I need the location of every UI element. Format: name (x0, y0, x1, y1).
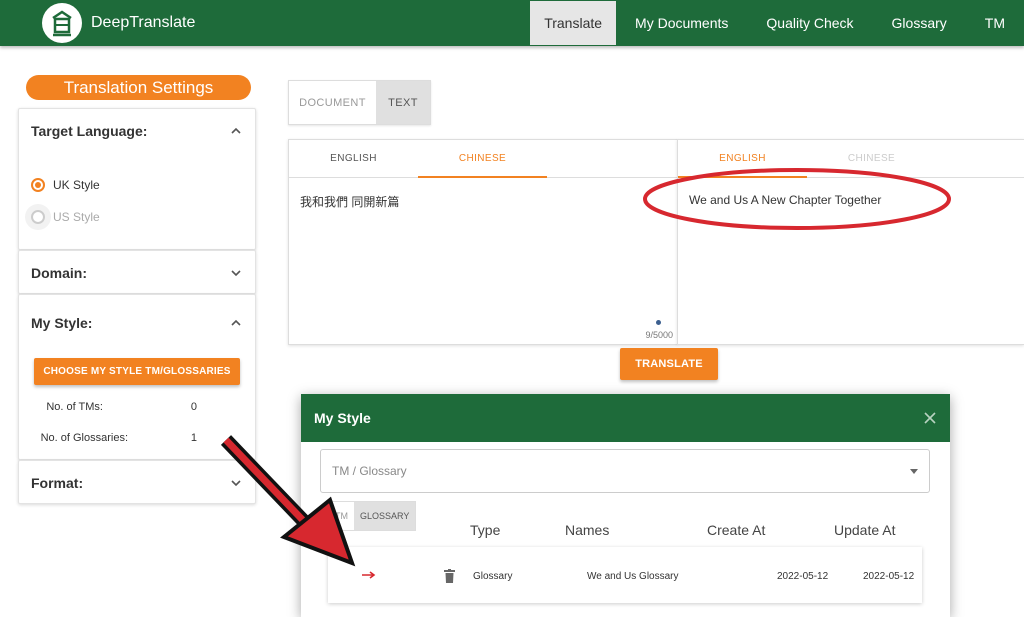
tms-count-value: 0 (190, 401, 197, 413)
brand-name: DeepTranslate (91, 14, 196, 31)
source-text-box: ENGLISH CHINESE 我和我們 同開新篇 9/5000 (288, 139, 678, 345)
row-updated: 2022-05-12 (863, 571, 915, 582)
status-dot (656, 320, 661, 325)
caret-down-icon (910, 468, 918, 474)
domain-label: Domain: (31, 265, 87, 281)
chevron-up-icon (231, 127, 241, 134)
arrow-right-icon[interactable] (362, 571, 376, 579)
source-tab-english[interactable]: ENGLISH (289, 140, 418, 177)
mode-toggle: DOCUMENT TEXT (288, 80, 431, 125)
nav-glossary[interactable]: Glossary (873, 0, 966, 46)
character-counter: 9/5000 (645, 330, 673, 340)
source-textarea[interactable]: 我和我們 同開新篇 (289, 178, 677, 225)
my-style-panel: My Style: CHOOSE MY STYLE TM/GLOSSARIES … (18, 294, 256, 460)
row-name: We and Us Glossary (587, 571, 679, 582)
radio-us-style-label: US Style (53, 210, 100, 224)
nav-quality-check[interactable]: Quality Check (747, 0, 872, 46)
target-text-box: ENGLISH CHINESE We and Us A New Chapter … (677, 139, 1024, 345)
glossaries-count-value: 1 (190, 432, 197, 444)
source-language-tabs: ENGLISH CHINESE (289, 140, 677, 178)
toggle-glossary-button[interactable]: GLOSSARY (354, 502, 416, 530)
toggle-tm-button[interactable]: TM (329, 502, 354, 530)
target-tab-chinese[interactable]: CHINESE (807, 140, 936, 177)
domain-header[interactable]: Domain: (19, 251, 255, 295)
glossaries-count-label: No. of Glossaries: (40, 432, 128, 444)
modal-title: My Style (314, 410, 371, 426)
select-placeholder: TM / Glossary (332, 464, 407, 478)
row-created: 2022-05-12 (777, 571, 829, 582)
glossaries-count-row: No. of Glossaries: 1 (19, 423, 197, 453)
format-panel: Format: (18, 460, 256, 504)
column-type: Type (470, 522, 501, 538)
tms-count-label: No. of TMs: (46, 401, 103, 413)
tms-count-row: No. of TMs: 0 (19, 392, 197, 422)
column-create-at: Create At (707, 522, 766, 538)
radio-us-style[interactable]: US Style (19, 202, 255, 232)
domain-panel: Domain: (18, 250, 256, 294)
my-style-modal: My Style TM / Glossary TM GLOSSARY Type … (301, 394, 950, 617)
nav-my-documents[interactable]: My Documents (616, 0, 747, 46)
brand[interactable]: DeepTranslate (42, 3, 195, 43)
tm-glossary-select[interactable]: TM / Glossary (320, 449, 930, 493)
mode-text-button[interactable]: TEXT (376, 81, 430, 124)
choose-my-style-button[interactable]: CHOOSE MY STYLE TM/GLOSSARIES (34, 358, 240, 385)
nav-tm[interactable]: TM (966, 0, 1024, 46)
logo-icon (42, 3, 82, 43)
target-language-tabs: ENGLISH CHINESE (678, 140, 1024, 178)
table-row[interactable]: Glossary We and Us Glossary 2022-05-12 2… (328, 547, 922, 603)
chevron-down-icon (231, 270, 241, 277)
radio-button-selected[interactable] (31, 178, 45, 192)
trash-icon[interactable] (444, 569, 455, 583)
chevron-down-icon (231, 480, 241, 487)
chevron-up-icon (231, 319, 241, 326)
column-names: Names (565, 522, 610, 538)
mode-document-button[interactable]: DOCUMENT (289, 81, 376, 124)
format-header[interactable]: Format: (19, 461, 255, 505)
translation-output: We and Us A New Chapter Together (689, 193, 882, 207)
tm-glossary-toggle: TM GLOSSARY (328, 501, 417, 531)
nav-translate[interactable]: Translate (530, 1, 617, 45)
my-style-header[interactable]: My Style: (19, 295, 255, 351)
modal-header: My Style (301, 394, 950, 442)
my-style-label: My Style: (31, 315, 93, 331)
radio-button-unselected[interactable] (31, 210, 45, 224)
translation-settings-title: Translation Settings (26, 75, 251, 100)
target-language-header[interactable]: Target Language: (19, 109, 255, 153)
target-tab-english[interactable]: ENGLISH (678, 140, 807, 178)
radio-uk-style[interactable]: UK Style (19, 170, 255, 200)
radio-uk-style-label: UK Style (53, 178, 100, 192)
target-language-label: Target Language: (31, 123, 148, 139)
target-language-panel: Target Language: UK Style US Style (18, 108, 256, 250)
close-icon[interactable] (923, 411, 937, 425)
column-update-at: Update At (834, 522, 896, 538)
format-label: Format: (31, 475, 84, 491)
top-navbar: DeepTranslate Translate My Documents Qua… (0, 0, 1024, 46)
translate-button[interactable]: TRANSLATE (620, 348, 718, 380)
source-tab-chinese[interactable]: CHINESE (418, 140, 547, 178)
nav-menu: Translate My Documents Quality Check Glo… (530, 0, 1024, 46)
row-type: Glossary (473, 571, 513, 582)
